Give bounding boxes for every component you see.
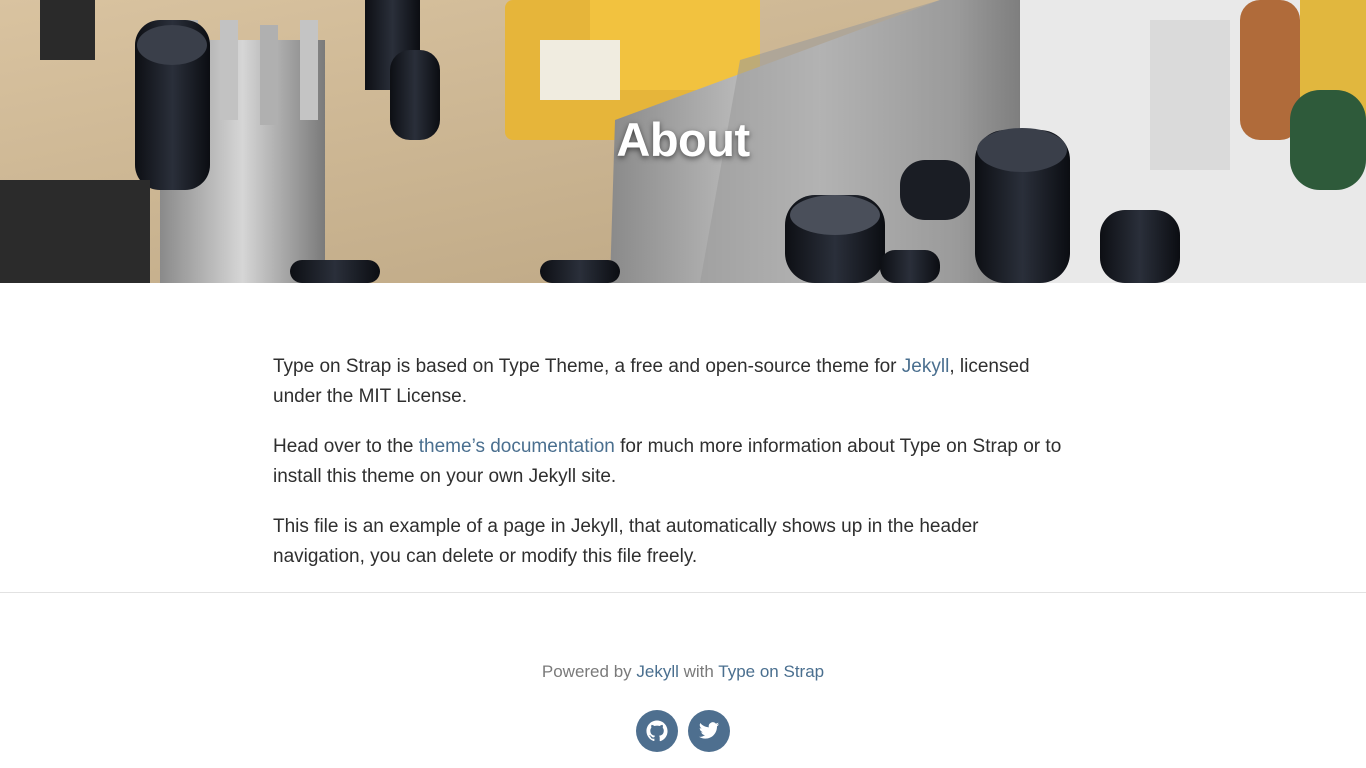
- footer: Powered by Jekyll with Type on Strap: [0, 662, 1366, 752]
- page-content: Type on Strap is based on Type Theme, a …: [273, 0, 1073, 592]
- jekyll-link[interactable]: Jekyll: [902, 356, 950, 377]
- paragraph-documentation: Head over to the theme’s documentation f…: [273, 432, 1073, 492]
- github-link[interactable]: [636, 710, 678, 752]
- twitter-icon: [698, 722, 720, 739]
- powered-by-text: Powered by: [541, 662, 637, 681]
- theme-documentation-link[interactable]: theme’s documentation: [419, 436, 615, 457]
- paragraph-intro-text-before: Type on Strap is based on Type Theme, a …: [273, 356, 902, 377]
- with-text: with: [678, 662, 719, 681]
- twitter-link[interactable]: [688, 710, 730, 752]
- footer-jekyll-link[interactable]: Jekyll: [636, 662, 679, 681]
- github-icon: [646, 720, 668, 742]
- footer-divider: [0, 592, 1366, 593]
- paragraph-intro: Type on Strap is based on Type Theme, a …: [273, 352, 1073, 412]
- paragraph-documentation-text-before: Head over to the: [273, 436, 419, 457]
- paragraph-example: This file is an example of a page in Jek…: [273, 516, 979, 567]
- footer-type-on-strap-link[interactable]: Type on Strap: [718, 662, 824, 681]
- social-links: [636, 710, 730, 752]
